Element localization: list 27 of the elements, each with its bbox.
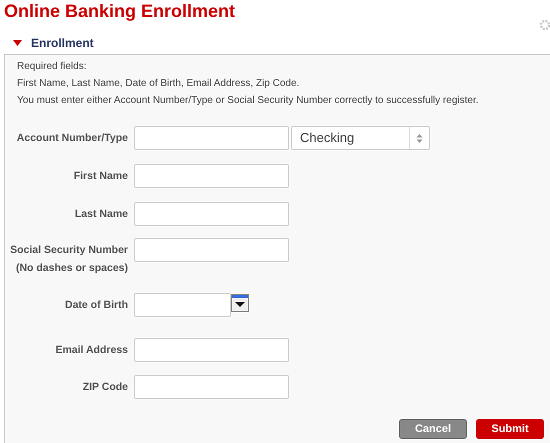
expanded-caret-icon[interactable] <box>13 40 22 46</box>
field-label: First Name <box>74 169 128 183</box>
field-label: Account Number/Type <box>16 131 128 145</box>
calendar-icon[interactable] <box>231 294 249 312</box>
sort-icon <box>416 132 423 144</box>
account-type-select[interactable]: Checking <box>291 126 430 150</box>
field-note: (No dashes or spaces) <box>16 261 128 275</box>
info-text: You must enter either Account Number/Type or Social Security Number correctly to successfully register. <box>17 94 480 108</box>
submit-button[interactable]: Submit <box>476 419 544 439</box>
field-label: ZIP Code <box>82 380 128 394</box>
input-field[interactable] <box>134 293 231 317</box>
input-field[interactable] <box>134 338 289 362</box>
page-title: Online Banking Enrollment <box>4 0 236 22</box>
field-label: Social Security Number <box>10 243 128 257</box>
input-field[interactable] <box>134 238 289 262</box>
field-label: Email Address <box>55 343 128 357</box>
input-field[interactable] <box>134 126 289 150</box>
field-label: Last Name <box>74 207 128 221</box>
field-label: Date of Birth <box>65 298 128 312</box>
input-field[interactable] <box>134 202 289 226</box>
input-field[interactable] <box>134 375 289 399</box>
info-text: First Name, Last Name, Date of Birth, Email Address, Zip Code. <box>17 77 300 91</box>
section-title[interactable]: Enrollment <box>31 34 94 52</box>
settings-icon[interactable] <box>540 20 550 30</box>
input-field[interactable] <box>134 164 289 188</box>
cancel-button[interactable]: Cancel <box>399 419 467 439</box>
info-text: Required fields: <box>17 60 88 74</box>
